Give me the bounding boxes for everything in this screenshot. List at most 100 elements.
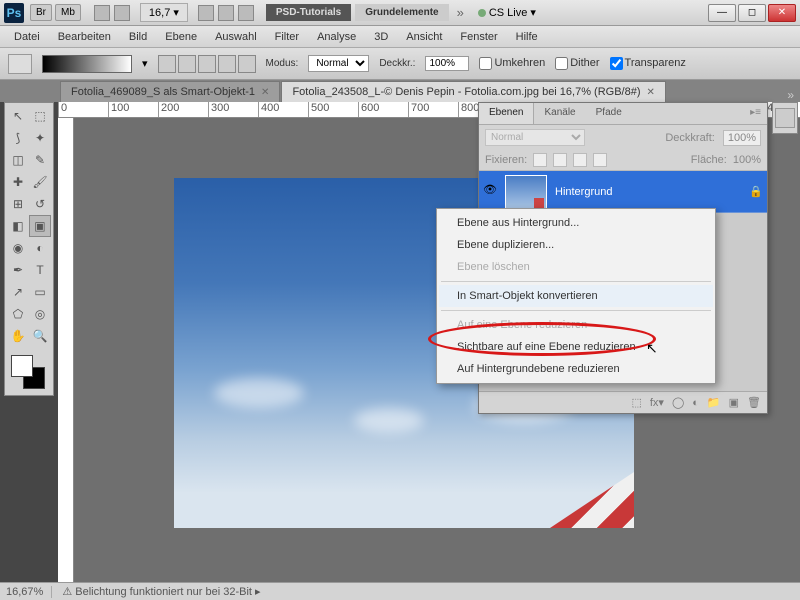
menu-bearbeiten[interactable]: Bearbeiten	[50, 28, 119, 46]
cslive-button[interactable]: CS Live▾	[478, 6, 536, 19]
history-brush-tool[interactable]: ↺	[29, 193, 51, 215]
ctx-smart-objekt-konvertieren[interactable]: In Smart-Objekt konvertieren	[439, 285, 713, 307]
group-icon[interactable]: 📁	[707, 396, 721, 409]
shape-tool[interactable]: ▭	[29, 281, 51, 303]
lock-pixels-icon[interactable]	[553, 153, 567, 167]
doc-tab-2[interactable]: Fotolia_243508_L-© Denis Pepin - Fotolia…	[281, 81, 665, 102]
gradient-picker[interactable]	[42, 55, 132, 73]
titlebar: Ps Br Mb 16,7▾ PSD-Tutorials Grundelemen…	[0, 0, 800, 26]
lock-position-icon[interactable]	[573, 153, 587, 167]
menu-analyse[interactable]: Analyse	[309, 28, 364, 46]
umkehren-check[interactable]: Umkehren	[479, 57, 545, 70]
tab-overflow-icon[interactable]: »	[787, 88, 794, 102]
hand-tool[interactable]: ✋	[7, 325, 29, 347]
modus-select[interactable]: Normal	[308, 55, 369, 72]
layer-row-hintergrund[interactable]: 👁 Hintergrund 🔒	[479, 171, 767, 213]
opacity-value[interactable]: 100%	[723, 130, 761, 146]
workspace-grundelemente[interactable]: Grundelemente	[355, 4, 448, 21]
new-layer-icon[interactable]: ▣	[729, 396, 739, 409]
gradient-tool[interactable]: ▣	[29, 215, 51, 237]
angle-gradient-icon[interactable]	[198, 55, 216, 73]
ctx-ebene-aus-hintergrund[interactable]: Ebene aus Hintergrund...	[439, 212, 713, 234]
menu-auswahl[interactable]: Auswahl	[207, 28, 265, 46]
lasso-tool[interactable]: ⟆	[7, 127, 29, 149]
zoom-level[interactable]: 16,7▾	[140, 3, 188, 22]
wand-tool[interactable]: ✦	[29, 127, 51, 149]
doc-tab-1[interactable]: Fotolia_469089_S als Smart-Objekt-1✕	[60, 81, 280, 102]
minibridge-button[interactable]: Mb	[55, 4, 81, 21]
eraser-tool[interactable]: ◧	[7, 215, 29, 237]
more-workspaces-icon[interactable]: »	[457, 5, 464, 20]
3d-tool[interactable]: ⬠	[7, 303, 29, 325]
menu-ansicht[interactable]: Ansicht	[398, 28, 450, 46]
tab-kanaele[interactable]: Kanäle	[534, 103, 585, 124]
3d-camera-tool[interactable]: ◎	[29, 303, 51, 325]
menu-datei[interactable]: Datei	[6, 28, 48, 46]
dither-check[interactable]: Dither	[555, 57, 599, 70]
dodge-tool[interactable]: ◐	[29, 237, 51, 259]
menu-hilfe[interactable]: Hilfe	[508, 28, 546, 46]
ctx-sichtbare-reduzieren[interactable]: Sichtbare auf eine Ebene reduzieren	[439, 336, 713, 358]
fill-value[interactable]: 100%	[733, 154, 761, 166]
current-tool-icon[interactable]	[8, 54, 32, 74]
maximize-button[interactable]: ◻	[738, 4, 766, 22]
pen-tool[interactable]: ✒	[7, 259, 29, 281]
delete-layer-icon[interactable]: 🗑	[747, 396, 761, 409]
arrange-icon[interactable]	[218, 5, 234, 21]
tab-pfade[interactable]: Pfade	[586, 103, 632, 124]
path-tool[interactable]: ↗	[7, 281, 29, 303]
panel-footer: ⬚ fx▾ ◯ ◐ 📁 ▣ 🗑	[479, 391, 767, 413]
bridge-button[interactable]: Br	[30, 4, 52, 21]
layer-mask-icon[interactable]: ◯	[672, 396, 684, 409]
tab-ebenen[interactable]: Ebenen	[479, 103, 534, 124]
link-layers-icon[interactable]: ⬚	[631, 396, 641, 409]
reflected-gradient-icon[interactable]	[218, 55, 236, 73]
minimize-button[interactable]: —	[708, 4, 736, 22]
radial-gradient-icon[interactable]	[178, 55, 196, 73]
menubar: Datei Bearbeiten Bild Ebene Auswahl Filt…	[0, 26, 800, 48]
zoom-tool[interactable]: 🔍	[29, 325, 51, 347]
ruler-vertical[interactable]	[58, 118, 74, 582]
lock-transparency-icon[interactable]	[533, 153, 547, 167]
menu-filter[interactable]: Filter	[267, 28, 307, 46]
dock-icon-1[interactable]	[775, 108, 795, 128]
menu-ebene[interactable]: Ebene	[157, 28, 205, 46]
type-tool[interactable]: T	[29, 259, 51, 281]
status-zoom[interactable]: 16,67%	[6, 586, 52, 598]
panel-menu-icon[interactable]: ▸≡	[744, 103, 767, 124]
menu-3d[interactable]: 3D	[366, 28, 396, 46]
foreground-swatch[interactable]	[11, 355, 33, 377]
ctx-ebene-duplizieren[interactable]: Ebene duplizieren...	[439, 234, 713, 256]
lock-all-icon[interactable]	[593, 153, 607, 167]
fill-label: Fläche:	[691, 154, 727, 166]
blend-mode-select[interactable]: Normal	[485, 129, 585, 146]
visibility-icon[interactable]: 👁	[483, 183, 501, 201]
close-tab-icon[interactable]: ✕	[261, 87, 269, 98]
transparenz-check[interactable]: Transparenz	[610, 57, 686, 70]
workspace-psdtutorials[interactable]: PSD-Tutorials	[266, 4, 351, 21]
crop-tool[interactable]: ◫	[7, 149, 29, 171]
view-grid-icon[interactable]	[114, 5, 130, 21]
menu-bild[interactable]: Bild	[121, 28, 155, 46]
color-swatches[interactable]	[7, 353, 51, 393]
view-extras-icon[interactable]	[94, 5, 110, 21]
hand-icon[interactable]	[198, 5, 214, 21]
ctx-hintergrund-reduzieren[interactable]: Auf Hintergrundebene reduzieren	[439, 358, 713, 380]
close-button[interactable]: ✕	[768, 4, 796, 22]
eyedropper-tool[interactable]: ✎	[29, 149, 51, 171]
move-tool[interactable]: ↖	[7, 105, 29, 127]
screenmode-icon[interactable]	[238, 5, 254, 21]
linear-gradient-icon[interactable]	[158, 55, 176, 73]
deckkraft-input[interactable]	[425, 56, 469, 71]
brush-tool[interactable]: 🖌	[29, 171, 51, 193]
menu-fenster[interactable]: Fenster	[452, 28, 505, 46]
diamond-gradient-icon[interactable]	[238, 55, 256, 73]
blur-tool[interactable]: ◉	[7, 237, 29, 259]
heal-tool[interactable]: ✚	[7, 171, 29, 193]
adjustment-layer-icon[interactable]: ◐	[692, 397, 699, 409]
layer-fx-icon[interactable]: fx▾	[650, 396, 664, 409]
stamp-tool[interactable]: ⊞	[7, 193, 29, 215]
marquee-tool[interactable]: ⬚	[29, 105, 51, 127]
close-tab-icon[interactable]: ✕	[647, 87, 655, 98]
layer-thumbnail[interactable]	[505, 175, 547, 209]
